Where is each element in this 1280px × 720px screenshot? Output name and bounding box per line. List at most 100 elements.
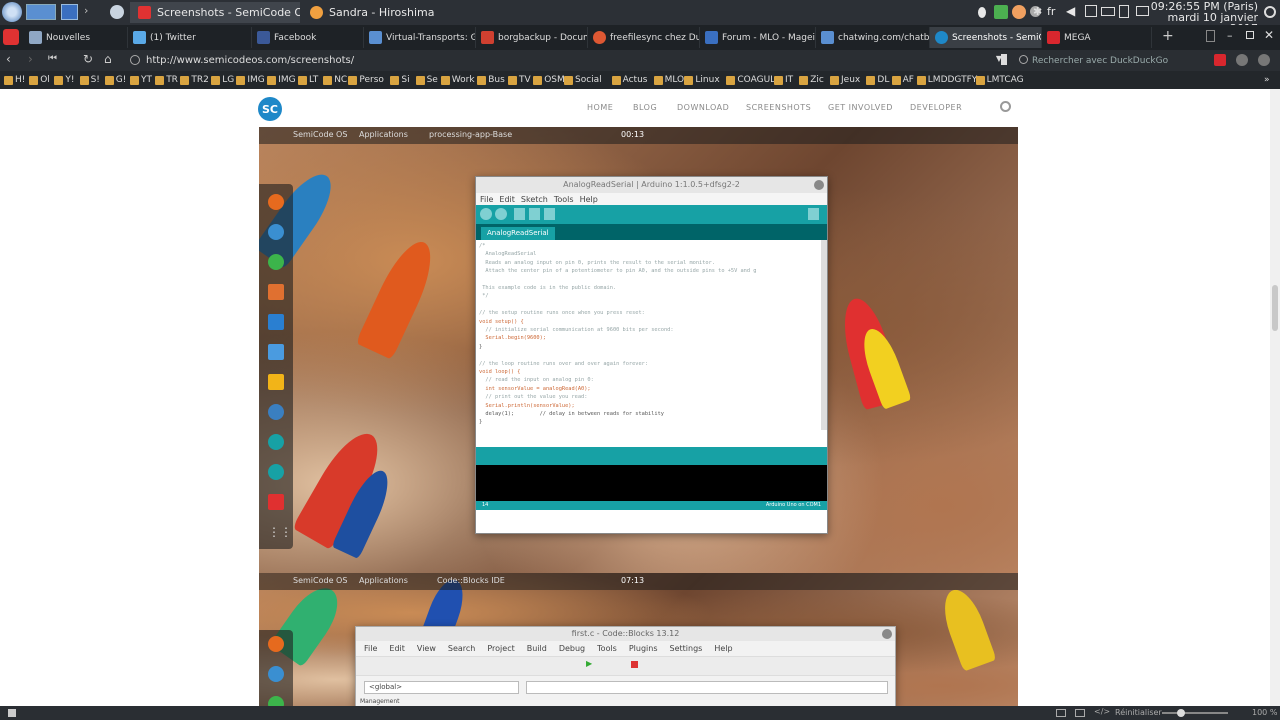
bookmark-item[interactable]: Work bbox=[440, 73, 475, 87]
url-field[interactable]: http://www.semicodeos.com/screenshots/ ▼ bbox=[124, 52, 1002, 69]
hand-icon[interactable] bbox=[1012, 5, 1026, 19]
page-scrollbar[interactable] bbox=[1270, 89, 1280, 706]
workspace-switcher[interactable] bbox=[26, 4, 56, 20]
tab-borgbackup[interactable]: borgbackup - Document bbox=[476, 27, 588, 48]
bookmark-item[interactable]: TR2 bbox=[180, 73, 209, 87]
bookmark-item[interactable]: LMDDGTFY bbox=[916, 73, 977, 87]
os-label: SemiCode OS bbox=[293, 576, 348, 585]
desktop-icon[interactable] bbox=[61, 4, 78, 20]
location-icon[interactable] bbox=[978, 7, 986, 18]
bluetooth-icon[interactable]: ✱ bbox=[1033, 5, 1042, 18]
network-icon[interactable] bbox=[1085, 5, 1097, 17]
bookmark-item[interactable]: IT bbox=[774, 73, 793, 87]
extension-icon-3[interactable] bbox=[1258, 54, 1270, 66]
bookmark-item[interactable]: H! bbox=[4, 73, 25, 87]
bookmarks-overflow-icon[interactable]: » bbox=[1264, 73, 1270, 87]
bookmark-item[interactable]: TR bbox=[155, 73, 178, 87]
logout-icon[interactable] bbox=[1264, 6, 1276, 18]
bookmark-item[interactable]: AF bbox=[891, 73, 914, 87]
forward-icon[interactable]: › bbox=[28, 52, 33, 66]
tab-freefilesync[interactable]: freefilesync chez DuckD bbox=[588, 27, 700, 48]
bookmark-item[interactable]: YT bbox=[130, 73, 152, 87]
bookmark-item[interactable]: IMG bbox=[267, 73, 296, 87]
taskbar-window-screenshots[interactable]: Screenshots - SemiCode OS bbox=[130, 2, 300, 23]
bookmark-item[interactable]: DL bbox=[866, 73, 889, 87]
nav-home[interactable]: HOME bbox=[587, 103, 613, 112]
bookmark-item[interactable]: COAGUL bbox=[726, 73, 775, 87]
bookmark-item[interactable]: G! bbox=[104, 73, 126, 87]
bookmark-item[interactable]: Ol bbox=[29, 73, 50, 87]
taskbar-window-sandra[interactable]: Sandra - Hiroshima bbox=[302, 2, 472, 23]
code-icon[interactable]: </> bbox=[1094, 707, 1110, 716]
tab-forum-mlo[interactable]: Forum - MLO - Mageia L bbox=[700, 27, 816, 48]
site-logo[interactable]: SC bbox=[258, 97, 282, 121]
bookmark-item[interactable]: LMTCAG bbox=[975, 73, 1024, 87]
tile-icon[interactable] bbox=[1075, 709, 1085, 717]
reload-icon[interactable]: ↻ bbox=[83, 52, 93, 66]
bookmark-item[interactable]: MLO bbox=[653, 73, 684, 87]
zoom-slider-handle[interactable] bbox=[1177, 709, 1185, 717]
tab-twitter[interactable]: (1) Twitter bbox=[128, 27, 252, 48]
bookmark-item[interactable]: Y! bbox=[54, 73, 75, 87]
start-menu-icon[interactable] bbox=[2, 2, 22, 22]
back-icon[interactable]: ‹ bbox=[6, 52, 11, 66]
bookmark-item[interactable]: Actus bbox=[611, 73, 647, 87]
expand-arrow-icon[interactable]: › bbox=[84, 4, 100, 20]
bookmark-item[interactable]: TV bbox=[508, 73, 531, 87]
bookmark-icon[interactable] bbox=[1001, 54, 1007, 65]
screenshot-codeblocks[interactable]: SemiCode OS Applications Code::Blocks ID… bbox=[259, 573, 1018, 706]
bookmark-item[interactable]: IMG bbox=[236, 73, 265, 87]
check-icon[interactable] bbox=[994, 5, 1008, 19]
screenshot-arduino[interactable]: SemiCode OS Applications processing-app-… bbox=[259, 127, 1018, 573]
volume-icon[interactable]: ◀ bbox=[1066, 4, 1075, 18]
site-search-icon[interactable] bbox=[1000, 101, 1011, 112]
minimize-icon[interactable]: – bbox=[1227, 29, 1233, 42]
tab-facebook[interactable]: Facebook bbox=[252, 27, 364, 48]
window-icon[interactable] bbox=[1056, 709, 1066, 717]
maximize-icon[interactable] bbox=[1246, 31, 1254, 39]
close-icon[interactable]: ✕ bbox=[1264, 28, 1274, 42]
bookmark-item[interactable]: LG bbox=[211, 73, 234, 87]
nav-developer[interactable]: DEVELOPER bbox=[910, 103, 962, 112]
extension-icon-2[interactable] bbox=[1236, 54, 1248, 66]
bookmark-item[interactable]: Bus bbox=[477, 73, 505, 87]
tab-chatwing[interactable]: chatwing.com/chatbox/7 bbox=[816, 27, 930, 48]
bookmark-item[interactable]: NC bbox=[323, 73, 347, 87]
new-tab-icon[interactable]: + bbox=[1162, 28, 1174, 44]
bookmark-item[interactable]: Social bbox=[564, 73, 602, 87]
language-indicator[interactable]: fr bbox=[1047, 5, 1055, 18]
home-icon[interactable]: ⌂ bbox=[104, 52, 112, 66]
page-scrollbar-thumb[interactable] bbox=[1272, 285, 1278, 331]
bookmark-item[interactable]: S! bbox=[79, 73, 100, 87]
tab-screenshots-semicode[interactable]: Screenshots - SemiCod bbox=[930, 27, 1042, 48]
tab-nouvelles[interactable]: Nouvelles bbox=[24, 27, 128, 48]
nav-screenshots[interactable]: SCREENSHOTS bbox=[746, 103, 811, 112]
bookmark-item[interactable]: Zic bbox=[799, 73, 824, 87]
panel-toggle-icon[interactable] bbox=[8, 709, 16, 717]
nav-blog[interactable]: BLOG bbox=[633, 103, 657, 112]
nav-download[interactable]: DOWNLOAD bbox=[677, 103, 729, 112]
bookmark-item[interactable]: Se bbox=[415, 73, 438, 87]
search-field[interactable]: Rechercher avec DuckDuckGo bbox=[1014, 52, 1204, 69]
bookmark-item[interactable]: LT bbox=[298, 73, 318, 87]
battery-icon[interactable] bbox=[1101, 7, 1115, 16]
extension-icon-1[interactable] bbox=[1214, 54, 1226, 66]
mail-icon bbox=[268, 666, 284, 682]
tab-virtual-transports[interactable]: Virtual-Transports: Gère bbox=[364, 27, 476, 48]
zoom-slider[interactable] bbox=[1162, 712, 1228, 714]
bookmark-item[interactable]: Si bbox=[390, 73, 410, 87]
bookmark-item[interactable]: Jeux bbox=[830, 73, 860, 87]
reset-zoom-link[interactable]: Réinitialiser bbox=[1115, 708, 1162, 717]
bookmark-item[interactable]: Linux bbox=[684, 73, 720, 87]
nav-get-involved[interactable]: GET INVOLVED bbox=[828, 103, 893, 112]
clipboard-icon[interactable] bbox=[1119, 5, 1129, 18]
rewind-icon[interactable]: ⏮ bbox=[48, 53, 57, 64]
network-tool-icon bbox=[268, 404, 284, 420]
trash-icon[interactable] bbox=[1206, 30, 1215, 42]
vivaldi-menu-icon[interactable] bbox=[3, 29, 19, 45]
bookmark-folder-icon bbox=[866, 75, 876, 85]
bookmark-item[interactable]: Perso bbox=[348, 73, 384, 87]
settings-app-icon[interactable] bbox=[110, 5, 124, 19]
bookmark-item[interactable]: OSM bbox=[533, 73, 565, 87]
tab-mega[interactable]: MEGA bbox=[1042, 27, 1152, 48]
